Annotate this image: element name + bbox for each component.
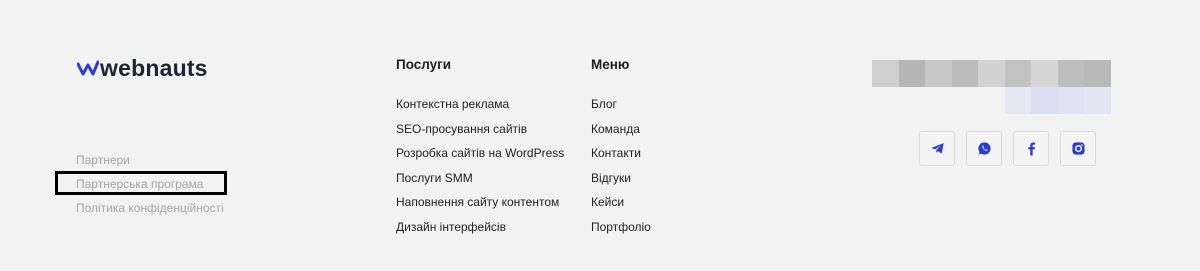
- mosaic-cell: [1031, 60, 1058, 87]
- list-item: Дизайн інтерфейсів: [396, 219, 564, 244]
- list-item: Контакти: [591, 145, 651, 170]
- services-list: Контекстна реклама SEO-просування сайтів…: [396, 96, 564, 244]
- mosaic-cell: [951, 60, 978, 87]
- menu-link-contacts[interactable]: Контакти: [591, 146, 641, 160]
- mosaic-cell: [978, 60, 1005, 87]
- instagram-icon: [1071, 142, 1085, 155]
- mosaic-row-2: [872, 87, 1111, 114]
- mosaic-cell: [978, 87, 1005, 114]
- instagram-button[interactable]: [1060, 131, 1096, 166]
- services-link-context-ads[interactable]: Контекстна реклама: [396, 97, 509, 111]
- menu-link-portfolio[interactable]: Портфоліо: [591, 220, 651, 234]
- list-item: Послуги SMM: [396, 170, 564, 195]
- telegram-button[interactable]: [919, 131, 955, 166]
- menu-link-team[interactable]: Команда: [591, 122, 640, 136]
- logo-mark-icon: [77, 60, 99, 76]
- mosaic-cell: [898, 60, 925, 87]
- list-item: Кейси: [591, 194, 651, 219]
- whatsapp-icon: [977, 142, 991, 155]
- mosaic-cell: [1057, 87, 1084, 114]
- mosaic-cell: [872, 60, 899, 87]
- facebook-icon: [1027, 142, 1035, 156]
- logo[interactable]: webnauts: [77, 56, 208, 80]
- menu-link-reviews[interactable]: Відгуки: [591, 171, 631, 185]
- list-item: SEO-просування сайтів: [396, 121, 564, 146]
- telegram-icon: [930, 143, 944, 154]
- services-link-wordpress[interactable]: Розробка сайтів на WordPress: [396, 146, 564, 160]
- logo-text: webnauts: [100, 55, 208, 81]
- mosaic-cell: [872, 87, 899, 114]
- mosaic-cell: [1084, 87, 1111, 114]
- list-item: Блог: [591, 96, 651, 121]
- services-link-seo[interactable]: SEO-просування сайтів: [396, 122, 527, 136]
- menu-heading: Меню: [591, 57, 630, 72]
- menu-column: Меню Блог Команда Контакти Відгуки Кейси…: [591, 56, 651, 234]
- mosaic-cell: [1004, 60, 1031, 87]
- whatsapp-button[interactable]: [966, 131, 1002, 166]
- menu-link-cases[interactable]: Кейси: [591, 195, 624, 209]
- mosaic-cell: [925, 60, 952, 87]
- services-link-smm[interactable]: Послуги SMM: [396, 171, 473, 185]
- menu-link-blog[interactable]: Блог: [591, 97, 617, 111]
- highlight-box: [55, 171, 227, 195]
- mosaic-cell: [925, 87, 952, 114]
- list-item: Розробка сайтів на WordPress: [396, 145, 564, 170]
- mosaic-cell: [1004, 87, 1031, 114]
- mosaic-cell: [898, 87, 925, 114]
- list-item: Команда: [591, 121, 651, 146]
- pixelated-contact-block: [872, 60, 1111, 114]
- services-column: Послуги Контекстна реклама SEO-просуванн…: [396, 56, 564, 234]
- list-item: Контекстна реклама: [396, 96, 564, 121]
- privacy-policy-link[interactable]: Політика конфіденційності: [76, 200, 224, 224]
- mosaic-row-1: [872, 60, 1111, 87]
- menu-list: Блог Команда Контакти Відгуки Кейси Порт…: [591, 96, 651, 244]
- services-link-ui-design[interactable]: Дизайн інтерфейсів: [396, 220, 506, 234]
- mosaic-cell: [1057, 60, 1084, 87]
- services-heading: Послуги: [396, 57, 452, 72]
- mosaic-cell: [1084, 60, 1111, 87]
- services-link-content[interactable]: Наповнення сайту контентом: [396, 195, 559, 209]
- mosaic-cell: [1031, 87, 1058, 114]
- list-item: Відгуки: [591, 170, 651, 195]
- mosaic-cell: [951, 87, 978, 114]
- list-item: Портфоліо: [591, 219, 651, 244]
- facebook-button[interactable]: [1013, 131, 1049, 166]
- list-item: Наповнення сайту контентом: [396, 194, 564, 219]
- social-links: [919, 131, 1107, 166]
